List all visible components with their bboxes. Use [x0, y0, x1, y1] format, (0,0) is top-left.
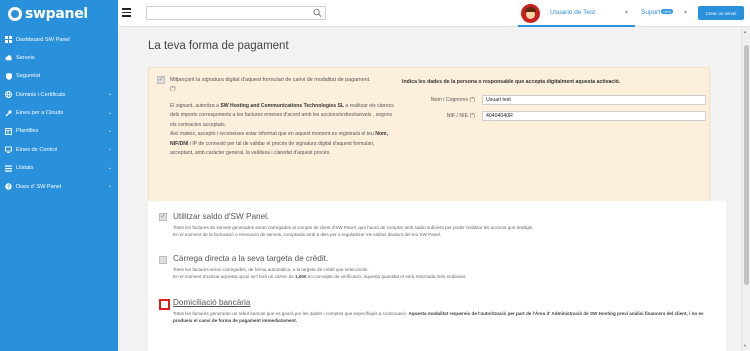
chevron-down-icon: ⌄ — [107, 127, 112, 134]
cloud-icon — [5, 54, 12, 61]
sidebar-item-dashboard[interactable]: Dashboard SW Panel — [0, 32, 118, 47]
registry-text-rest: i IP de connexió per tal de validar el p… — [170, 140, 375, 157]
topbar: Usuario de Test ▼ Suport NEW ▼ Crear un s… — [118, 0, 750, 27]
option-bank-desc: Totes les factures generaran un rebut ba… — [173, 310, 713, 325]
chevron-down-icon: ⌄ — [107, 164, 112, 171]
nif-field[interactable] — [482, 111, 706, 121]
sidebar-item-label: Plantilles — [16, 128, 39, 135]
signature-text: El signant, autoritza a SW Hosting and C… — [170, 102, 397, 158]
chevron-down-icon: ⌄ — [107, 109, 112, 116]
main-content: La teva forma de pagament ✓ Mitjançant l… — [118, 27, 741, 351]
avatar — [521, 4, 540, 23]
search-icon[interactable] — [313, 8, 322, 18]
option-desc-line: En el moment de la facturació o renovaci… — [173, 232, 442, 238]
question-icon: ? — [5, 183, 12, 190]
sidebar-item-seguretat[interactable]: Seguretat — [0, 69, 118, 84]
chevron-down-icon: ⌄ — [107, 146, 112, 153]
page-scrollbar[interactable]: ▲ ▼ — [741, 27, 750, 351]
checkmark-icon: ✓ — [160, 214, 166, 220]
sidebar-item-llistats[interactable]: Llistats ⌄ — [0, 161, 118, 176]
globe-icon — [5, 91, 12, 99]
user-menu[interactable]: Usuario de Test ▼ — [518, 0, 635, 27]
chevron-down-icon: ⌄ — [107, 183, 112, 190]
option-card-title[interactable]: Càrrega directa a la seva targeta de crè… — [173, 254, 328, 263]
option-desc-line: Totes les factures seran carregades, de … — [173, 267, 369, 272]
option-bank-checkbox[interactable] — [159, 299, 170, 310]
control-icon — [5, 146, 12, 154]
support-label: Suport — [641, 9, 661, 16]
option-desc-text: en concepte de verificació. Aquesta quan… — [306, 274, 467, 280]
create-service-button[interactable]: Crear un servei — [698, 6, 744, 20]
nif-label: NIF / NIE (*) — [446, 113, 475, 119]
brand-logo[interactable]: swpanel — [0, 0, 118, 27]
option-balance-title[interactable]: Utilitzar saldo d'SW Panel. — [173, 212, 269, 221]
dashboard-icon — [5, 36, 12, 43]
name-field[interactable] — [482, 95, 706, 105]
signature-panel: ✓ Mitjançant la signatura digital d'aque… — [148, 67, 710, 220]
menu-toggle-icon[interactable] — [122, 8, 131, 17]
support-badge: NEW — [661, 9, 674, 14]
scroll-up-icon[interactable]: ▲ — [743, 29, 747, 34]
sidebar-item-label: Seguretat — [16, 73, 41, 80]
option-desc-text: En el moment d'activar aquesta opció se'… — [173, 274, 296, 280]
sidebar-item-label: Serveis — [16, 54, 35, 61]
sidebar-item-plantilles[interactable]: Plantilles ⌄ — [0, 124, 118, 139]
chevron-down-icon: ▼ — [624, 10, 629, 16]
option-card-checkbox[interactable] — [159, 256, 167, 264]
scroll-down-icon[interactable]: ▼ — [743, 343, 747, 348]
user-name: Usuario de Test — [550, 9, 596, 16]
search-box — [146, 6, 326, 25]
list-icon — [5, 165, 12, 172]
option-card-desc: Totes les factures seran carregades, de … — [173, 266, 713, 281]
company-name: SW Hosting and Communications Technologi… — [220, 103, 344, 109]
verification-amount: 1,00€ — [295, 274, 307, 280]
logo-icon — [8, 6, 22, 21]
sidebar-item-label: Dashboard SW Panel — [16, 36, 70, 43]
search-input[interactable] — [147, 13, 307, 25]
support-menu[interactable]: Suport NEW — [641, 9, 674, 16]
brand-name: swpanel — [25, 5, 88, 22]
sidebar-item-label: Eines de Control — [16, 146, 58, 153]
payment-options-panel: ✓ Utilitzar saldo d'SW Panel. Totes les … — [148, 201, 726, 351]
svg-text:?: ? — [7, 185, 10, 191]
sidebar-item-eines-control[interactable]: Eines de Control ⌄ — [0, 142, 118, 157]
option-bank-title[interactable]: Domiciliació bancària — [173, 298, 250, 307]
sidebar-item-dues[interactable]: ? Dues d' SW Panel ⌄ — [0, 179, 118, 194]
sidebar-item-eines-clouds[interactable]: Eines per a Clouds ⌄ — [0, 106, 118, 121]
sidebar-item-serveis[interactable]: Serveis — [0, 50, 118, 65]
signature-checkbox[interactable]: ✓ — [157, 76, 165, 84]
sidebar-item-label: Dominis i Certificats — [16, 91, 66, 98]
option-desc-text: Totes les factures generaran un rebut ba… — [173, 311, 409, 316]
option-balance-checkbox[interactable]: ✓ — [159, 213, 167, 221]
registry-text: Així mateix, accepto i reconeixes estar … — [170, 131, 376, 138]
checkmark-icon: ✓ — [158, 77, 164, 83]
tools-icon — [5, 109, 12, 117]
sidebar-item-label: Dues d' SW Panel — [16, 183, 62, 190]
signature-checkbox-label: Mitjançant la signatura digital d'aquest… — [170, 77, 371, 92]
chevron-down-icon: ▼ — [683, 10, 688, 16]
chevron-down-icon: ⌄ — [107, 91, 112, 98]
page-title: La teva forma de pagament — [148, 40, 289, 52]
sidebar: swpanel Dashboard SW Panel Serveis Segur… — [0, 0, 118, 351]
sidebar-nav: Dashboard SW Panel Serveis Seguretat Dom… — [0, 32, 118, 194]
sidebar-item-label: Llistats — [16, 165, 34, 172]
shield-icon — [5, 72, 12, 80]
sidebar-item-dominis[interactable]: Dominis i Certificats ⌄ — [0, 87, 118, 102]
name-label: Nom i Cognoms (*) — [430, 97, 475, 103]
signature-intro: El signant, autoritza a — [170, 103, 221, 109]
templates-icon — [5, 128, 12, 135]
option-desc-line: Totes les factures de serveis generades … — [173, 225, 534, 230]
signer-form-title: Indica les dades de la persona o respons… — [402, 79, 621, 85]
scrollbar-thumb[interactable] — [744, 45, 749, 285]
sidebar-item-label: Eines per a Clouds — [16, 110, 64, 117]
option-balance-desc: Totes les factures de serveis generades … — [173, 224, 713, 239]
